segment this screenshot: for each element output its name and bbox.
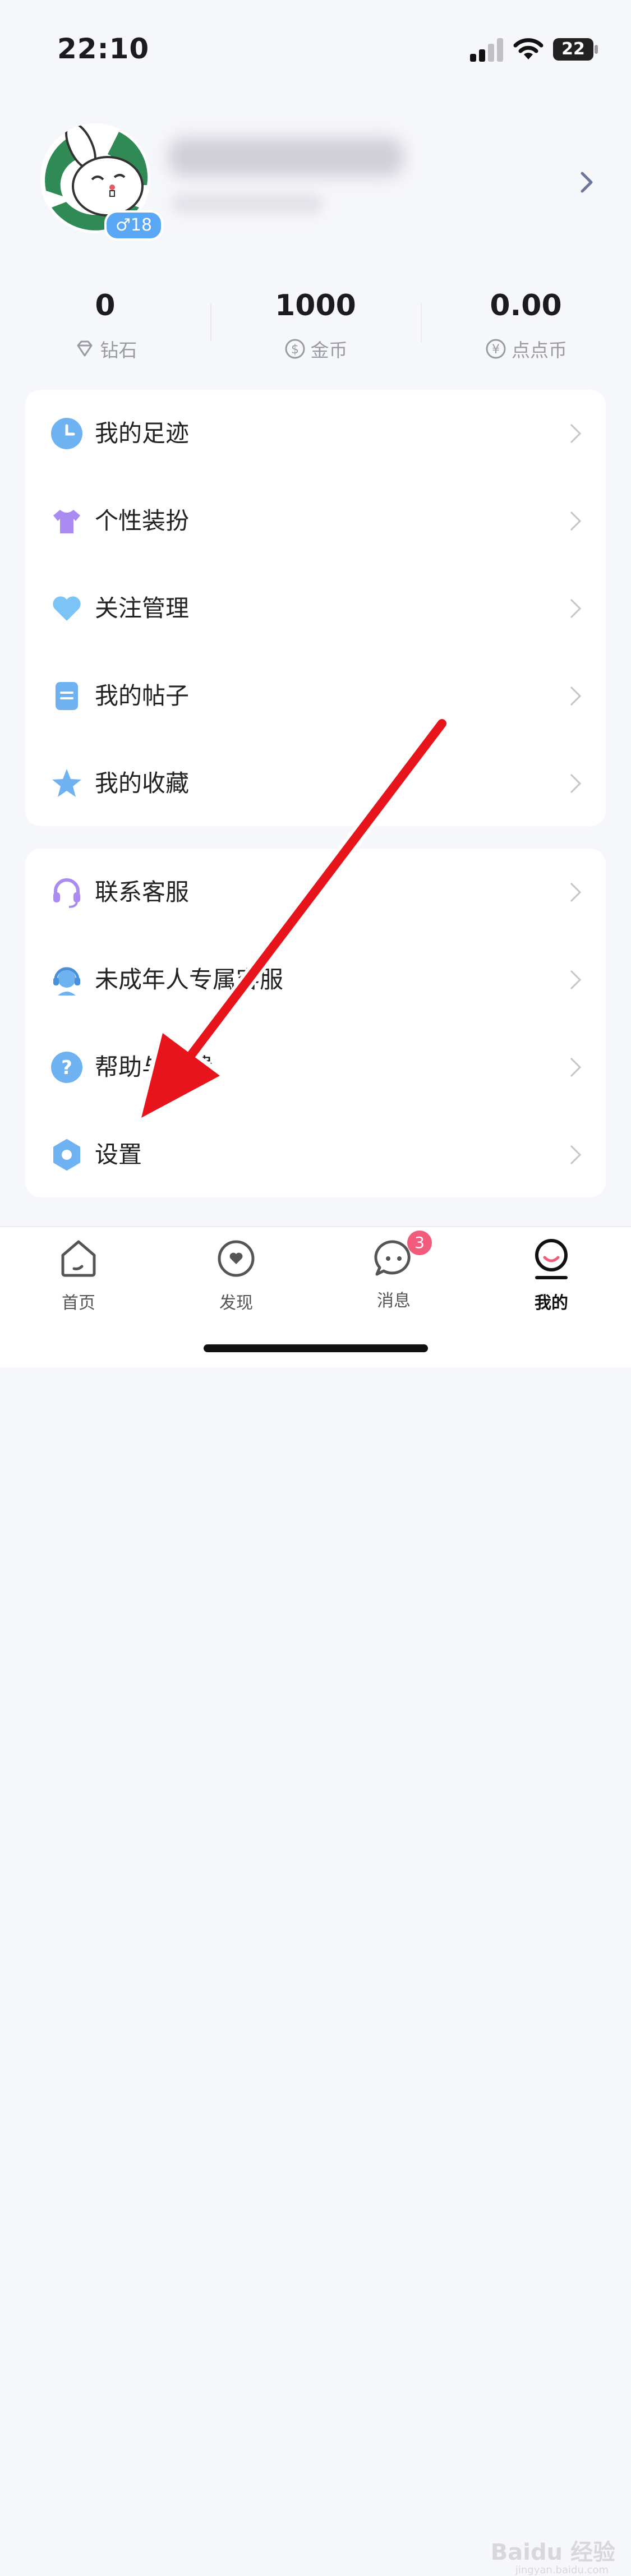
gold-count: 1000 [275, 289, 356, 322]
stat-diamond[interactable]: 0 钻石 [0, 286, 210, 362]
status-time: 22:10 [57, 33, 150, 65]
watermark-url: jingyan.baidu.com [515, 2564, 609, 2576]
menu-card-secondary: 联系客服 未成年人专属客服 ? 帮助与反馈 设置 [25, 849, 606, 1197]
menu-item-footprint[interactable]: 我的足迹 [25, 390, 606, 477]
diamond-count: 0 [95, 289, 116, 322]
menu-item-minor-service[interactable]: 未成年人专属客服 [25, 936, 606, 1024]
stat-dian[interactable]: 0.00 ¥ 点点币 [421, 286, 631, 362]
diamond-icon [77, 340, 92, 357]
menu-item-label: 帮助与反馈 [95, 1053, 213, 1081]
chevron-right-icon [570, 882, 582, 902]
tab-me[interactable]: 我的 [506, 1236, 596, 1314]
heart-icon [53, 596, 81, 621]
svg-text:?: ? [61, 1057, 72, 1079]
menu-item-label: 我的帖子 [95, 682, 190, 709]
home-icon [61, 1240, 96, 1277]
chevron-right-icon [570, 598, 582, 619]
chevron-right-icon [570, 686, 582, 706]
home-indicator [204, 1344, 428, 1352]
diamond-label: 钻石 [100, 339, 137, 361]
clock-icon [51, 418, 82, 449]
menu-card-primary: 我的足迹 个性装扮 关注管理 我的帖子 我的收藏 [25, 390, 606, 826]
tab-label: 我的 [535, 1293, 568, 1313]
svg-text:$: $ [291, 343, 299, 357]
profile-icon [535, 1239, 568, 1279]
tab-label: 消息 [377, 1291, 411, 1311]
menu-item-settings[interactable]: 设置 [25, 1111, 606, 1199]
watermark-brand: Baidu 经验 [490, 2540, 615, 2565]
chevron-right-icon[interactable] [575, 165, 598, 199]
chevron-right-icon [570, 1145, 582, 1165]
chevron-right-icon [570, 511, 582, 531]
menu-item-label: 设置 [95, 1141, 142, 1168]
wifi-icon [513, 38, 544, 59]
unread-badge: 3 [407, 1231, 432, 1255]
chevron-right-icon [570, 423, 582, 444]
yen-coin-icon: ¥ [486, 339, 506, 359]
dian-label: 点点币 [512, 339, 567, 361]
cellular-signal-icon [470, 37, 504, 62]
user-id-blurred [172, 193, 323, 214]
username-blurred [168, 137, 404, 177]
tab-discover[interactable]: 发现 [191, 1236, 281, 1314]
svg-text:¥: ¥ [492, 343, 500, 357]
stat-gold[interactable]: 1000 $ 金币 [210, 286, 421, 362]
agent-icon [53, 967, 80, 996]
dian-count: 0.00 [490, 289, 562, 322]
chevron-right-icon [570, 970, 582, 990]
tab-messages[interactable]: 3 消息 [349, 1231, 439, 1311]
question-icon: ? [51, 1052, 82, 1083]
dollar-coin-icon: $ [285, 339, 305, 359]
headset-icon [53, 878, 80, 908]
wallet-stats: 0 钻石 1000 $ 金币 0.00 ¥ 点点币 [0, 286, 631, 370]
gear-icon [53, 1139, 80, 1171]
tab-label: 首页 [62, 1293, 95, 1313]
star-icon [52, 769, 81, 797]
battery-icon: 22 [553, 38, 598, 61]
menu-item-follow[interactable]: 关注管理 [25, 565, 606, 652]
menu-item-label: 联系客服 [95, 878, 190, 906]
profile-header[interactable]: ♂18 [0, 121, 631, 244]
chevron-right-icon [570, 1057, 582, 1077]
gold-label: 金币 [310, 339, 348, 361]
menu-item-label: 我的收藏 [95, 769, 190, 797]
gender-age-badge: ♂18 [104, 210, 164, 241]
tab-label: 发现 [219, 1293, 253, 1313]
status-bar: 22:10 22 [0, 0, 631, 95]
menu-item-favorites[interactable]: 我的收藏 [25, 740, 606, 827]
menu-item-label: 个性装扮 [95, 507, 190, 534]
menu-item-contact-service[interactable]: 联系客服 [25, 849, 606, 936]
menu-item-label: 关注管理 [95, 595, 190, 622]
discover-icon [218, 1240, 255, 1277]
menu-item-help-feedback[interactable]: ? 帮助与反馈 [25, 1024, 606, 1111]
menu-item-posts[interactable]: 我的帖子 [25, 652, 606, 740]
chevron-right-icon [570, 773, 582, 794]
document-icon [56, 682, 78, 710]
tab-home[interactable]: 首页 [34, 1236, 123, 1314]
tshirt-icon [53, 510, 80, 533]
menu-item-dressup[interactable]: 个性装扮 [25, 477, 606, 565]
menu-item-label: 未成年人专属客服 [95, 966, 284, 993]
menu-item-label: 我的足迹 [95, 420, 190, 447]
battery-level: 22 [553, 38, 593, 61]
